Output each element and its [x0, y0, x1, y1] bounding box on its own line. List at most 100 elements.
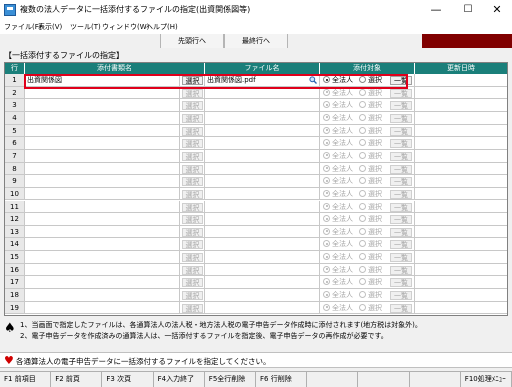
list-button[interactable]: 一覧 [390, 151, 412, 161]
list-button[interactable]: 一覧 [390, 101, 412, 111]
select-button[interactable]: 選択 [182, 164, 203, 174]
list-button[interactable]: 一覧 [390, 113, 412, 123]
radio-selected-corporations[interactable] [359, 189, 366, 197]
attachment-name-field[interactable] [25, 263, 180, 276]
attachment-name-field[interactable] [25, 213, 180, 225]
fkey-2[interactable]: F2 前頁 [51, 372, 103, 387]
list-button[interactable]: 一覧 [390, 253, 412, 263]
radio-selected-corporations[interactable] [359, 227, 366, 235]
radio-all-corporations[interactable] [323, 291, 330, 299]
radio-all-corporations[interactable] [323, 278, 330, 286]
select-button[interactable]: 選択 [182, 126, 203, 136]
select-button[interactable]: 選択 [182, 215, 203, 225]
radio-all-corporations[interactable] [323, 227, 330, 235]
radio-selected-corporations[interactable] [359, 291, 366, 299]
attachment-name-field[interactable] [25, 301, 180, 314]
attachment-name-field[interactable] [25, 149, 180, 162]
list-button[interactable]: 一覧 [390, 265, 412, 275]
radio-all-corporations[interactable] [323, 101, 330, 109]
select-button[interactable]: 選択 [182, 113, 203, 123]
radio-all-corporations[interactable] [323, 76, 330, 83]
menu-window[interactable]: ウィンドウ(W) [102, 22, 149, 32]
list-button[interactable]: 一覧 [390, 164, 412, 174]
select-button[interactable]: 選択 [182, 303, 203, 313]
radio-all-corporations[interactable] [323, 177, 330, 185]
radio-selected-corporations[interactable] [359, 151, 366, 159]
fkey-4[interactable]: F4入力終了 [154, 372, 205, 387]
menu-tools[interactable]: ツール(T) [70, 22, 101, 32]
radio-selected-corporations[interactable] [359, 202, 366, 210]
radio-selected-corporations[interactable] [359, 177, 366, 185]
attachment-name-field[interactable] [25, 251, 180, 263]
attachment-name-field[interactable] [25, 137, 180, 149]
radio-all-corporations[interactable] [323, 113, 330, 121]
attachment-name-field[interactable] [25, 111, 180, 124]
attachment-name-field[interactable] [25, 225, 180, 238]
radio-selected-corporations[interactable] [359, 265, 366, 273]
radio-selected-corporations[interactable] [359, 215, 366, 223]
list-button[interactable]: 一覧 [390, 139, 412, 149]
select-button[interactable]: 選択 [182, 139, 203, 149]
radio-all-corporations[interactable] [323, 126, 330, 134]
radio-selected-corporations[interactable] [359, 88, 366, 96]
select-button[interactable]: 選択 [182, 227, 203, 237]
radio-all-corporations[interactable] [323, 189, 330, 197]
menu-file[interactable]: ファイル(F) [4, 22, 42, 32]
list-button[interactable]: 一覧 [390, 291, 412, 301]
radio-selected-corporations[interactable] [359, 139, 366, 147]
attachment-name-field[interactable] [25, 162, 180, 175]
select-button[interactable]: 選択 [182, 189, 203, 199]
radio-selected-corporations[interactable] [359, 164, 366, 172]
radio-selected-corporations[interactable] [359, 76, 366, 83]
list-button[interactable]: 一覧 [390, 76, 412, 85]
file-name-field[interactable]: 出資関係図.pdf [205, 74, 320, 86]
attachment-name-field[interactable] [25, 200, 180, 213]
list-button[interactable]: 一覧 [390, 227, 412, 237]
list-button[interactable]: 一覧 [390, 303, 412, 313]
list-button[interactable]: 一覧 [390, 278, 412, 288]
attachment-name-field[interactable] [25, 276, 180, 289]
fkey-7[interactable] [307, 372, 359, 387]
attachment-name-field[interactable] [25, 187, 180, 200]
menu-view[interactable]: 表示(V) [38, 22, 62, 32]
minimize-button[interactable]: — [420, 0, 452, 20]
radio-all-corporations[interactable] [323, 240, 330, 248]
search-icon[interactable] [309, 76, 317, 84]
attachment-name-field[interactable] [25, 86, 180, 99]
attachment-name-field[interactable]: 出資関係図 [25, 74, 180, 86]
radio-all-corporations[interactable] [323, 202, 330, 210]
radio-all-corporations[interactable] [323, 151, 330, 159]
radio-all-corporations[interactable] [323, 303, 330, 311]
select-button[interactable]: 選択 [182, 291, 203, 301]
select-button[interactable]: 選択 [182, 101, 203, 111]
menu-help[interactable]: ヘルプ(H) [146, 22, 178, 32]
fkey-3[interactable]: F3 次頁 [102, 372, 154, 387]
list-button[interactable]: 一覧 [390, 126, 412, 136]
list-button[interactable]: 一覧 [390, 202, 412, 212]
radio-selected-corporations[interactable] [359, 126, 366, 134]
radio-all-corporations[interactable] [323, 253, 330, 261]
radio-selected-corporations[interactable] [359, 113, 366, 121]
first-row-button[interactable]: 先頭行へ [160, 34, 224, 48]
fkey-9[interactable] [410, 372, 461, 387]
radio-all-corporations[interactable] [323, 215, 330, 223]
attachment-name-field[interactable] [25, 124, 180, 137]
radio-selected-corporations[interactable] [359, 253, 366, 261]
maximize-button[interactable]: ☐ [452, 0, 484, 20]
list-button[interactable]: 一覧 [390, 189, 412, 199]
select-button[interactable]: 選択 [182, 88, 203, 98]
radio-selected-corporations[interactable] [359, 240, 366, 248]
select-button[interactable]: 選択 [182, 151, 203, 161]
close-button[interactable]: ✕ [482, 0, 512, 20]
fkey-1[interactable]: F1 前項目 [0, 372, 52, 387]
radio-all-corporations[interactable] [323, 139, 330, 147]
list-button[interactable]: 一覧 [390, 215, 412, 225]
radio-selected-corporations[interactable] [359, 278, 366, 286]
select-button[interactable]: 選択 [182, 265, 203, 275]
list-button[interactable]: 一覧 [390, 88, 412, 98]
radio-all-corporations[interactable] [323, 88, 330, 96]
select-button[interactable]: 選択 [182, 253, 203, 263]
list-button[interactable]: 一覧 [390, 240, 412, 250]
list-button[interactable]: 一覧 [390, 177, 412, 187]
attachment-name-field[interactable] [25, 289, 180, 301]
